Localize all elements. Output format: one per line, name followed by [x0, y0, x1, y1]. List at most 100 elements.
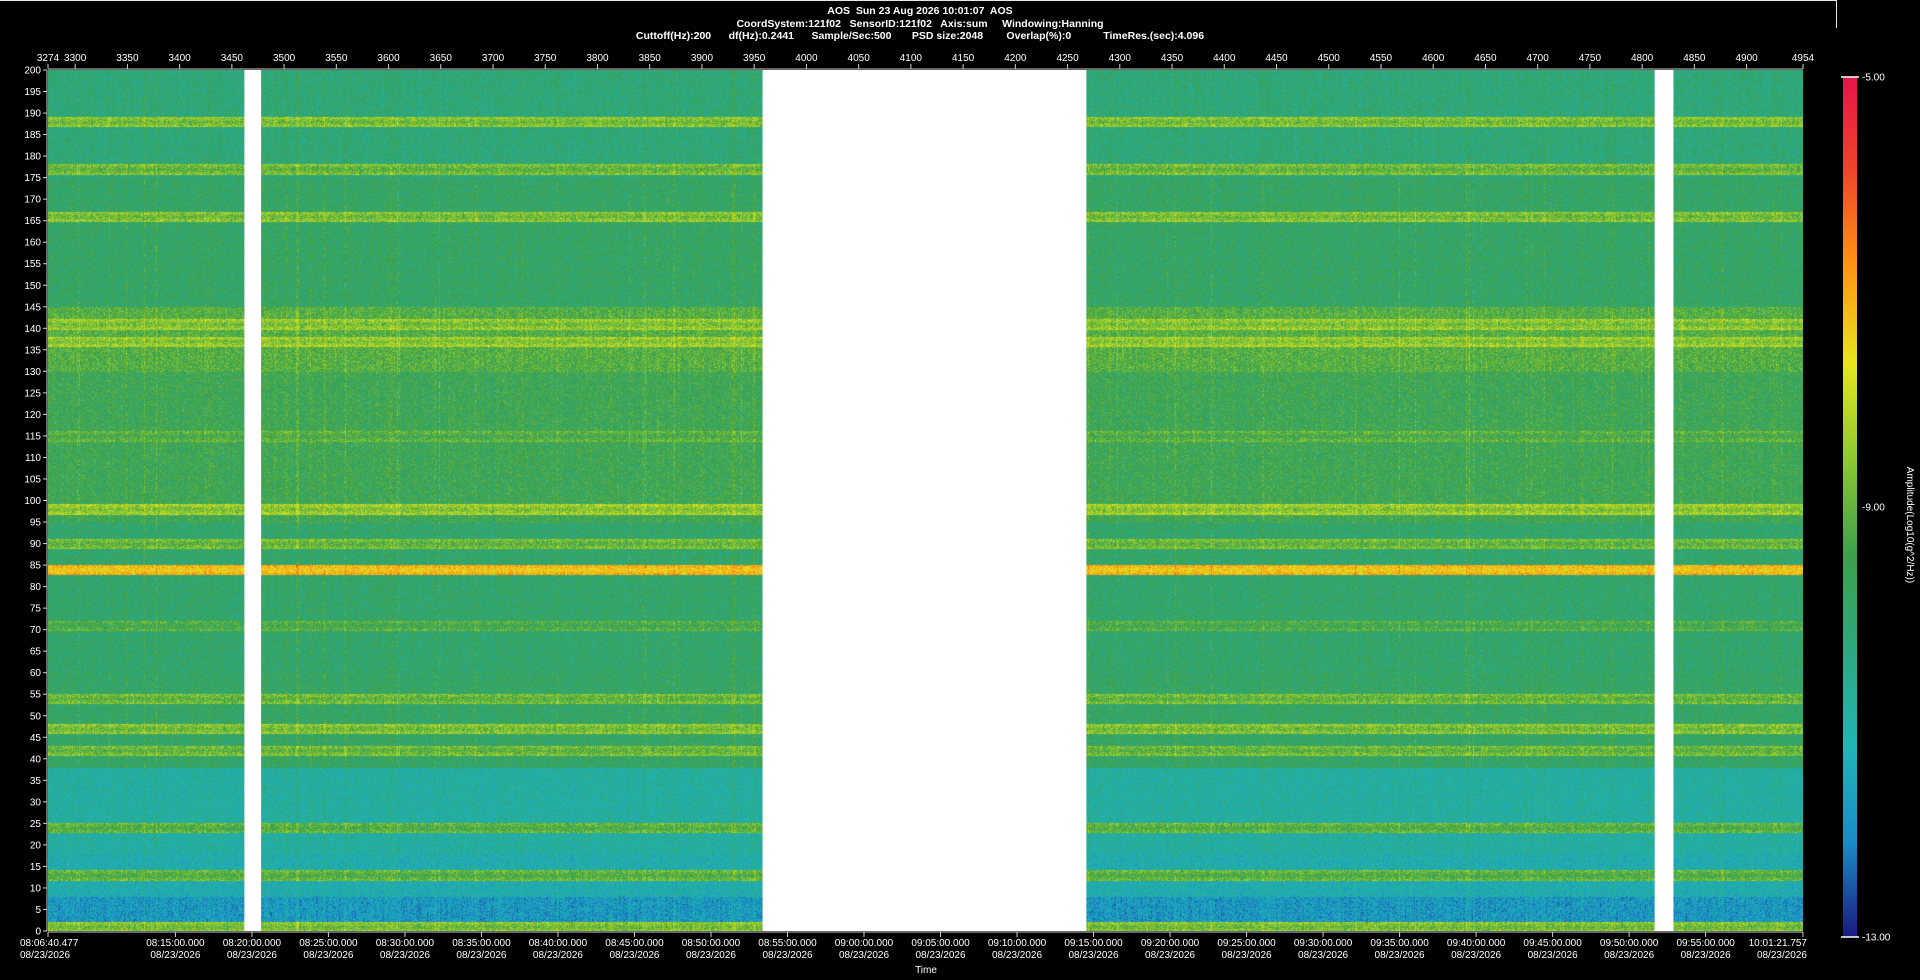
y-axis-tick-label: 25	[30, 819, 42, 830]
y-axis-tick-label: 95	[30, 518, 42, 529]
y-axis-tick-label: 100	[24, 496, 41, 507]
top-axis-tick-label: 3400	[169, 53, 192, 64]
y-axis-tick-label: 75	[30, 604, 42, 615]
time-axis-date-label: 08/23/2026	[1604, 950, 1654, 961]
y-axis-tick-label: 60	[30, 668, 42, 679]
time-axis-tick-label: 09:15:00.000	[1064, 938, 1123, 949]
top-axis-tick-label: 4800	[1631, 53, 1654, 64]
spectrogram-chart: 3274 3300 3350 3400 3450 3500 3550 3600 3650 3700…	[20, 53, 1915, 976]
time-axis-date-label: 08/23/2026	[456, 950, 506, 961]
y-axis-tick-label: 190	[24, 109, 41, 120]
time-axis-tick-label: 08:30:00.000	[376, 938, 435, 949]
y-axis-tick-label: 135	[24, 345, 41, 356]
time-axis-date-label: 08/23/2026	[915, 950, 965, 961]
top-axis-tick-label: 4100	[900, 53, 923, 64]
y-axis-tick-label: 55	[30, 690, 42, 701]
y-axis-tick-label: 5	[35, 905, 41, 916]
top-axis-tick-label: 3550	[325, 53, 348, 64]
time-axis-date-label: 08/23/2026	[533, 950, 583, 961]
time-axis-tick-label: 09:45:00.000	[1523, 938, 1582, 949]
y-axis-tick-label: 145	[24, 302, 41, 313]
y-axis-tick-label: 160	[24, 238, 41, 249]
y-axis-tick-label: 155	[24, 259, 41, 270]
top-axis-tick-label: 3800	[586, 53, 609, 64]
time-axis-date-label: 08/23/2026	[1298, 950, 1348, 961]
data-gap	[1654, 70, 1674, 931]
top-axis-tick-label: 4954	[1792, 53, 1815, 64]
top-axis-tick-label: 4200	[1004, 53, 1027, 64]
time-axis: 08:06:40.47708/23/202608:15:00.00008/23/…	[20, 931, 1808, 961]
y-axis-tick-label: 35	[30, 776, 42, 787]
colorbar-tick-label: -13.00	[1862, 933, 1891, 944]
y-axis-tick-label: 110	[25, 453, 41, 464]
time-axis-tick-label: 09:55:00.000	[1676, 938, 1735, 949]
time-axis-date-label: 08/23/2026	[1222, 950, 1272, 961]
time-axis-tick-label: 08:50:00.000	[682, 938, 741, 949]
y-axis-tick-label: 140	[24, 324, 41, 335]
time-axis-tick-label: 08:35:00.000	[452, 938, 511, 949]
top-axis-tick-label: 4700	[1527, 53, 1550, 64]
time-axis-date-label: 08/23/2026	[380, 950, 430, 961]
top-axis-tick-label: 4750	[1579, 53, 1602, 64]
time-axis-date-label: 08/23/2026	[609, 950, 659, 961]
y-axis-tick-label: 120	[24, 410, 41, 421]
time-axis-tick-label: 09:30:00.000	[1294, 938, 1353, 949]
data-gap	[244, 70, 262, 931]
y-axis-tick-label: 180	[24, 152, 41, 163]
time-axis-tick-label: 08:15:00.000	[146, 938, 205, 949]
y-axis-tick-label: 200	[24, 66, 41, 77]
top-axis-tick-label: 4000	[795, 53, 818, 64]
time-axis-date-label: 08/23/2026	[686, 950, 736, 961]
time-axis-date-label: 08/23/2026	[1145, 950, 1195, 961]
time-axis-tick-label: 08:06:40.477	[20, 938, 79, 949]
y-axis-tick-label: 115	[25, 431, 41, 442]
time-axis-date-label: 08/23/2026	[1451, 950, 1501, 961]
time-axis-tick-label: 10:01:21.757	[1749, 938, 1808, 949]
time-axis-date-label: 08/23/2026	[762, 950, 812, 961]
y-axis-tick-label: 20	[30, 840, 42, 851]
top-axis-tick-label: 3300	[64, 53, 87, 64]
top-axis-tick-label: 4900	[1735, 53, 1758, 64]
top-axis-tick-label: 4550	[1370, 53, 1393, 64]
top-axis-tick-label: 4450	[1265, 53, 1288, 64]
top-axis-tick-label: 3450	[221, 53, 244, 64]
y-axis-tick-label: 170	[24, 195, 41, 206]
top-axis-tick-label: 3900	[691, 53, 714, 64]
y-axis-tick-label: 65	[30, 647, 42, 658]
colorbar-tick-label: -9.00	[1862, 503, 1885, 514]
y-axis-tick-label: 70	[30, 625, 42, 636]
y-axis-tick-label: 50	[30, 711, 42, 722]
time-axis-tick-label: 08:20:00.000	[223, 938, 282, 949]
top-axis-tick-label: 3600	[377, 53, 400, 64]
y-axis-tick-label: 85	[30, 561, 42, 572]
time-axis-date-label: 08/23/2026	[20, 950, 70, 961]
top-axis-tick-label: 4850	[1683, 53, 1706, 64]
top-axis-tick-label: 4350	[1161, 53, 1184, 64]
y-axis-tick-label: 40	[30, 754, 42, 765]
time-axis-tick-label: 08:45:00.000	[605, 938, 664, 949]
colorbar-tick-label: -5.00	[1862, 73, 1885, 84]
y-axis-tick-label: 10	[30, 883, 42, 894]
y-axis-tick-label: 130	[24, 367, 41, 378]
top-axis-tick-label: 3950	[743, 53, 766, 64]
top-axis-tick-label: 4150	[952, 53, 975, 64]
time-axis-date-label: 08/23/2026	[1528, 950, 1578, 961]
time-axis-date-label: 08/23/2026	[227, 950, 277, 961]
y-axis-tick-label: 105	[24, 474, 41, 485]
time-axis-tick-label: 08:25:00.000	[299, 938, 358, 949]
top-axis-tick-label: 3700	[482, 53, 505, 64]
y-axis-tick-label: 30	[30, 797, 42, 808]
top-axis-tick-label: 3850	[639, 53, 662, 64]
top-axis-tick-label: 4050	[848, 53, 871, 64]
top-axis: 3274 3300 3350 3400 3450 3500 3550 3600 3650 3700…	[37, 53, 1815, 70]
top-axis-tick-label: 3750	[534, 53, 557, 64]
time-axis-date-label: 08/23/2026	[303, 950, 353, 961]
y-axis-tick-label: 90	[30, 539, 42, 550]
time-axis-tick-label: 08:55:00.000	[758, 938, 817, 949]
time-axis-tick-label: 08:40:00.000	[529, 938, 588, 949]
y-axis-tick-label: 0	[35, 927, 41, 938]
data-gap	[762, 70, 1087, 931]
time-axis-tick-label: 09:25:00.000	[1217, 938, 1276, 949]
time-axis-date-label: 08/23/2026	[992, 950, 1042, 961]
top-axis-tick-label: 3650	[430, 53, 453, 64]
